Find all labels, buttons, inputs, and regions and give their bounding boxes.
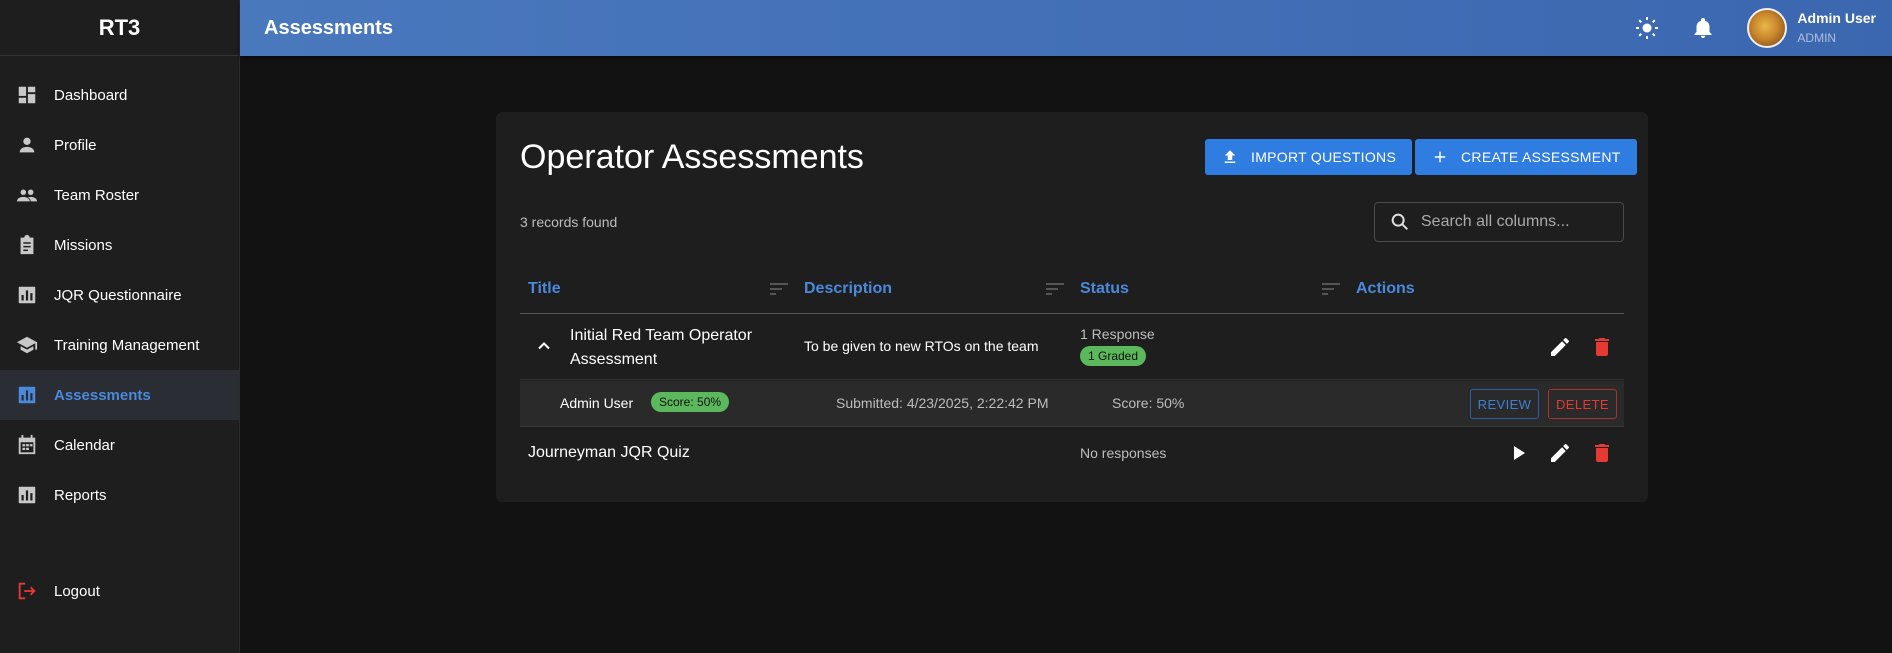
sidebar: RT3 Dashboard Profile Team Roster Missio… [0,0,240,653]
response-user: Admin User [560,395,634,411]
sidebar-item-assessments[interactable]: Assessments [0,370,239,420]
upload-icon [1224,150,1236,163]
school-icon [16,334,38,356]
theme-toggle-button[interactable] [1627,8,1667,48]
bar-chart-icon [16,384,38,406]
row-title: Journeyman JQR Quiz [528,444,690,461]
column-header-status[interactable]: Status [1080,264,1129,314]
sidebar-item-jqr-questionnaire[interactable]: JQR Questionnaire [0,270,239,320]
sidebar-item-calendar[interactable]: Calendar [0,420,239,470]
sort-icon[interactable] [770,281,788,297]
delete-icon[interactable] [1590,335,1614,359]
table-header: Title Description Status Actions [520,264,1624,314]
response-row: Admin User Score: 50% Submitted: 4/23/20… [520,381,1624,427]
clipboard-icon [16,234,38,256]
sidebar-item-missions[interactable]: Missions [0,220,239,270]
search-input[interactable] [1421,213,1611,231]
app-bar: Assessments Admin User ADMIN [240,0,1892,56]
column-header-description[interactable]: Description [804,264,892,314]
edit-icon[interactable] [1548,335,1572,359]
sidebar-item-dashboard[interactable]: Dashboard [0,70,239,120]
dashboard-icon [16,84,38,106]
sidebar-item-label: Profile [54,136,97,154]
graded-badge: 1 Graded [1080,346,1147,366]
table-row: Initial Red Team Operator Assessment To … [520,314,1624,380]
sidebar-item-training-management[interactable]: Training Management [0,320,239,370]
person-icon [16,134,38,156]
calendar-icon [16,434,38,456]
score-badge: Score: 50% [651,392,730,412]
sidebar-item-label: Missions [54,236,113,254]
sidebar-item-label: Logout [54,582,100,600]
row-description: To be given to new RTOs on the team [804,338,1039,354]
records-count: 3 records found [520,214,618,230]
bar-chart-icon [16,284,38,306]
create-assessment-label: CREATE ASSESSMENT [1461,149,1621,165]
sidebar-nav: Dashboard Profile Team Roster Missions J… [0,56,239,520]
sidebar-item-label: Dashboard [54,86,128,104]
page-title: Assessments [264,16,393,39]
create-assessment-button[interactable]: CREATE ASSESSMENT [1415,139,1637,175]
delete-response-button[interactable]: DELETE [1548,389,1617,419]
people-icon [16,184,38,206]
bell-icon [1694,18,1712,38]
row-status: No responses [1080,445,1167,461]
sidebar-item-profile[interactable]: Profile [0,120,239,170]
sidebar-item-label: Calendar [54,436,115,454]
play-icon[interactable] [1506,441,1530,465]
table-row: Journeyman JQR Quiz No responses [520,428,1624,478]
card-title: Operator Assessments [520,138,864,176]
import-questions-button[interactable]: IMPORT QUESTIONS [1205,139,1413,175]
sidebar-item-label: Assessments [54,386,151,404]
sidebar-item-label: Reports [54,486,107,504]
notifications-button[interactable] [1683,8,1723,48]
logout-icon [16,580,38,602]
search-icon [1391,213,1409,231]
sidebar-item-label: JQR Questionnaire [54,286,182,304]
avatar[interactable] [1747,8,1788,48]
user-role: ADMIN [1797,31,1837,46]
response-submitted: Submitted: 4/23/2025, 2:22:42 PM [836,395,1049,411]
bar-chart-icon [16,484,38,506]
chevron-up-icon[interactable] [534,336,554,356]
sidebar-item-label: Training Management [54,336,200,354]
search-box[interactable] [1374,202,1624,242]
sidebar-item-reports[interactable]: Reports [0,470,239,520]
edit-icon[interactable] [1548,441,1572,465]
import-questions-label: IMPORT QUESTIONS [1251,149,1397,165]
row-title: Initial Red Team Operator Assessment [570,327,753,368]
user-name: Admin User [1797,10,1876,27]
sun-icon [1636,17,1659,39]
plus-icon [1434,151,1446,163]
response-score: Score: 50% [1112,395,1185,411]
sidebar-item-logout[interactable]: Logout [0,566,239,616]
column-header-actions: Actions [1356,280,1415,297]
row-status: 1 Response [1080,326,1155,342]
review-button[interactable]: REVIEW [1470,389,1539,419]
sort-icon[interactable] [1322,281,1340,297]
sidebar-item-label: Team Roster [54,186,140,204]
sort-icon[interactable] [1046,281,1064,297]
column-header-title[interactable]: Title [528,264,561,314]
sidebar-item-team-roster[interactable]: Team Roster [0,170,239,220]
brand-logo: RT3 [0,0,239,56]
delete-icon[interactable] [1590,441,1614,465]
user-menu[interactable]: Admin User ADMIN [1797,10,1876,45]
assessments-card: Operator Assessments IMPORT QUESTIONS CR… [496,112,1648,502]
